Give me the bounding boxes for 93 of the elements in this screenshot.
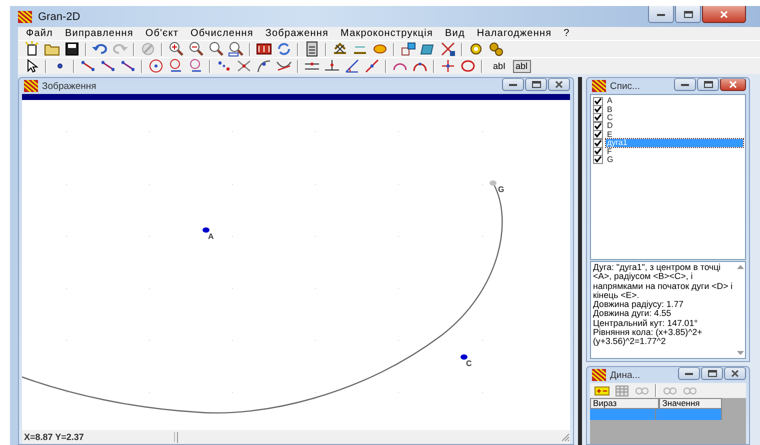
- menu-item[interactable]: Зображення: [259, 27, 335, 40]
- move-shape-icon: [400, 41, 416, 57]
- circle-icon: [148, 58, 164, 74]
- window-title: Зображення: [42, 80, 96, 92]
- window-title: Gran-2D: [38, 10, 80, 22]
- minimize-icon: [509, 83, 517, 86]
- gears-icon: [488, 41, 504, 57]
- info-text: Центральний кут: 147.01°: [593, 318, 699, 328]
- ray-icon: [100, 58, 116, 74]
- menu-item[interactable]: ?: [558, 27, 576, 40]
- maximize-button[interactable]: [697, 78, 719, 91]
- circle-radius-icon: [168, 58, 184, 74]
- intersection-icon: [236, 58, 252, 74]
- curve-point-icon: [256, 58, 272, 74]
- maximize-button[interactable]: [525, 78, 547, 91]
- info-text: Рівняння кола: (x+3.85)^2+(y+3.56)^2=1.77^2: [593, 328, 704, 347]
- symmetry-icon: [440, 58, 456, 74]
- checkbox[interactable]: [593, 96, 603, 106]
- maximize-button[interactable]: [701, 367, 723, 380]
- minimize-button[interactable]: [678, 367, 700, 380]
- minimize-icon: [657, 12, 665, 16]
- polygon-ring-icon: [460, 58, 476, 74]
- scroll-down-icon[interactable]: [737, 351, 744, 355]
- prohibited-icon: [140, 41, 156, 57]
- maximize-icon: [704, 81, 712, 88]
- maximize-icon: [684, 10, 692, 18]
- text-tool-button[interactable]: abl: [512, 60, 531, 72]
- maximize-icon: [532, 81, 540, 88]
- menu-item[interactable]: Об'єкт: [139, 27, 185, 40]
- column-header[interactable]: Значення: [659, 398, 722, 409]
- list-item[interactable]: E: [606, 130, 614, 139]
- menu-item[interactable]: Файл: [20, 27, 59, 40]
- film-button[interactable]: [254, 41, 274, 57]
- list-item[interactable]: B: [606, 106, 614, 114]
- window-title: Спис...: [610, 80, 640, 92]
- menu-item[interactable]: Налагодження: [470, 27, 558, 40]
- info-text: Довжина дуги: 4.55: [593, 309, 672, 319]
- info-text: Дуга: "дуга1", з центром в точці <A>, радіусом <B><C>, і напрямками на початок дуги <D> і кінець <E>.: [593, 263, 734, 300]
- tangent-icon: [364, 58, 380, 74]
- scroll-up-icon[interactable]: [737, 265, 744, 269]
- segment-icon: [80, 58, 96, 74]
- refresh-icon: [276, 41, 292, 57]
- menu-item[interactable]: Макроконструкція: [334, 27, 439, 40]
- circle-points-icon: [188, 58, 204, 74]
- menu-item[interactable]: Виправлення: [59, 27, 140, 40]
- delete-shape-icon: [440, 41, 456, 57]
- checkbox[interactable]: [593, 155, 603, 164]
- list-item[interactable]: C: [606, 114, 614, 122]
- close-button[interactable]: [724, 367, 746, 380]
- minimize-button[interactable]: [648, 6, 674, 23]
- table-grid-icon: [614, 382, 630, 398]
- window-title: Дина...: [610, 370, 640, 380]
- app-icon: [18, 10, 32, 22]
- list-item[interactable]: A: [606, 97, 614, 106]
- list-item[interactable]: G: [606, 156, 614, 164]
- point-label: A: [208, 232, 214, 241]
- app-icon: [592, 80, 606, 92]
- status-text: X=8.87 Y=2.37: [22, 432, 175, 442]
- minimize-icon: [685, 372, 693, 375]
- close-icon: [729, 81, 737, 88]
- close-icon: [720, 10, 728, 18]
- column-header[interactable]: Вираз: [590, 398, 660, 409]
- minimize-button[interactable]: [674, 78, 696, 91]
- list-item[interactable]: D: [606, 122, 614, 130]
- text-tool-button[interactable]: abI: [490, 60, 509, 72]
- app-icon: [24, 80, 38, 92]
- maximize-icon: [708, 370, 716, 377]
- checkbox[interactable]: [593, 130, 603, 140]
- undo-button[interactable]: [90, 41, 110, 57]
- film-icon: [256, 41, 272, 57]
- size-grip-icon: [560, 432, 570, 442]
- minimize-button[interactable]: [502, 78, 524, 91]
- menu-item[interactable]: Вид: [438, 27, 471, 40]
- redo-icon: [112, 41, 128, 57]
- info-text: Довжина радіусу: 1.77: [593, 300, 684, 310]
- close-icon: [731, 370, 739, 377]
- close-button[interactable]: [702, 6, 746, 23]
- close-button[interactable]: [720, 78, 746, 91]
- angle-icon: [344, 58, 360, 74]
- line-icon: [120, 58, 136, 74]
- checkbox[interactable]: [593, 113, 603, 122]
- close-icon: [555, 81, 563, 88]
- menu-item[interactable]: Обчислення: [184, 27, 260, 40]
- undo-icon: [92, 41, 108, 57]
- gear-icon: [468, 41, 484, 57]
- point-label: G: [498, 185, 504, 194]
- maximize-button[interactable]: [675, 6, 701, 23]
- zoom-region-button[interactable]: [226, 41, 246, 57]
- list-item[interactable]: F: [606, 148, 613, 156]
- app-icon: [592, 369, 606, 381]
- close-button[interactable]: [548, 78, 570, 91]
- point-label: C: [466, 359, 472, 368]
- minimize-icon: [681, 83, 689, 86]
